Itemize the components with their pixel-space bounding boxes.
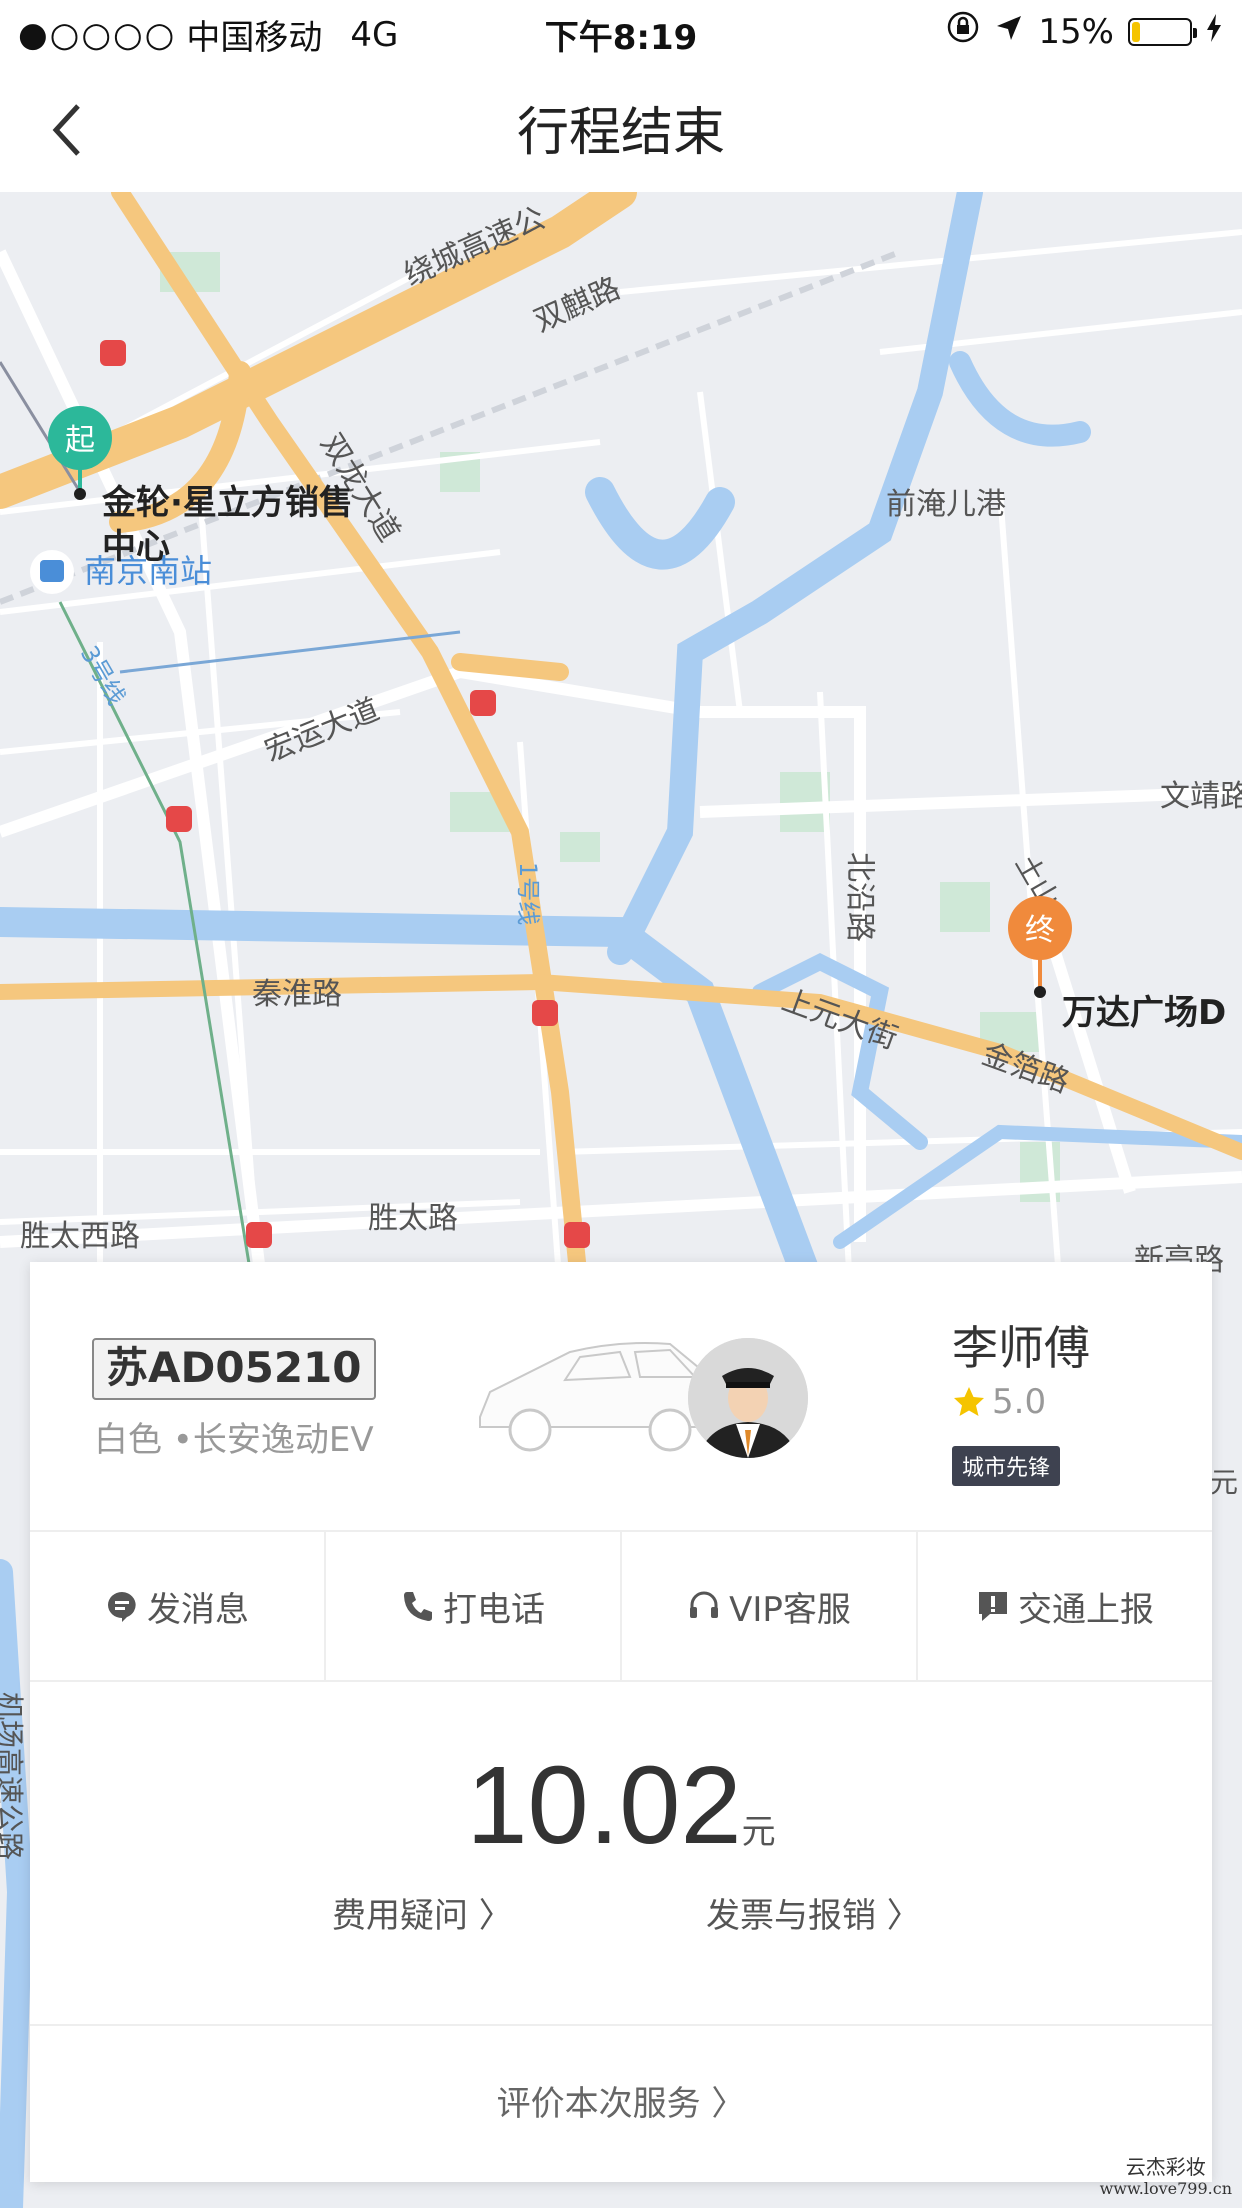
call-button[interactable]: 打电话 xyxy=(326,1532,622,1680)
start-marker-label: 起 xyxy=(65,423,95,458)
road-label: 胜太西路 xyxy=(20,1219,140,1254)
driver-rating: 5.0 xyxy=(952,1382,1046,1422)
road-label: 前淹儿港 xyxy=(886,487,1006,522)
start-location-name: 金轮·星立方销售 xyxy=(101,483,353,523)
fare-display: 10.02元 xyxy=(30,1742,1212,1869)
traffic-report-button[interactable]: 交通上报 xyxy=(918,1532,1212,1680)
watermark-title: 云杰彩妆 xyxy=(1125,2155,1206,2179)
road-label: 文靖路 xyxy=(1160,779,1242,814)
watermark: 云杰彩妆 www.love799.cn xyxy=(1100,2156,1232,2200)
car-description: 白色 •长安逸动EV xyxy=(94,1420,374,1460)
status-bar: ●○○○○ 中国移动 4G 下午8:19 15% xyxy=(0,0,1242,62)
call-label: 打电话 xyxy=(443,1589,545,1630)
charging-bolt-icon xyxy=(1206,12,1222,52)
driver-badge: 城市先锋 xyxy=(952,1446,1061,1486)
rotation-lock-icon xyxy=(946,10,980,53)
divider xyxy=(30,2024,1212,2026)
start-location-name: 中心 xyxy=(102,527,170,567)
divider xyxy=(30,1680,1212,1682)
road-label: 北沿路 xyxy=(842,852,877,942)
message-label: 发消息 xyxy=(147,1589,249,1630)
location-arrow-icon xyxy=(994,12,1024,52)
rating-value: 5.0 xyxy=(992,1382,1047,1422)
watermark-url: www.love799.cn xyxy=(1099,2179,1232,2198)
message-button[interactable]: 发消息 xyxy=(30,1532,326,1680)
traffic-report-label: 交通上报 xyxy=(1018,1589,1154,1630)
fare-question-link[interactable]: 费用疑问 〉 xyxy=(332,1888,513,1937)
driver-avatar[interactable] xyxy=(688,1338,808,1458)
fare-amount: 10.02 xyxy=(466,1744,742,1867)
road-label: 胜太路 xyxy=(368,1201,458,1236)
action-bar: 发消息 打电话 VIP客服 交通上报 xyxy=(30,1532,1212,1680)
end-marker-label: 终 xyxy=(1025,913,1055,948)
end-location-name: 万达广场D xyxy=(1062,993,1226,1033)
star-icon xyxy=(954,1387,984,1416)
page-title: 行程结束 xyxy=(516,103,725,163)
headset-icon xyxy=(690,1591,719,1618)
message-icon xyxy=(108,1592,136,1622)
vip-service-button[interactable]: VIP客服 xyxy=(622,1532,918,1680)
vip-service-label: VIP客服 xyxy=(729,1589,851,1630)
road-label: 秦淮路 xyxy=(252,977,342,1012)
driver-name: 李师傅 xyxy=(952,1321,1090,1375)
driver-avatar-icon xyxy=(688,1338,808,1458)
report-icon xyxy=(979,1592,1007,1621)
road-label: 机场高速公路 xyxy=(0,1692,26,1860)
phone-icon xyxy=(404,1592,432,1621)
trip-summary-card: 苏AD05210 白色 •长安逸动EV 李师傅 5.0 城市先锋 发消息 打电话… xyxy=(30,1262,1212,2182)
license-plate: 苏AD05210 xyxy=(92,1338,376,1400)
nav-bar: 行程结束 xyxy=(0,62,1242,192)
road-label: 元 xyxy=(1210,1466,1238,1499)
invoice-link[interactable]: 发票与报销 〉 xyxy=(706,1888,921,1937)
battery-percent: 15% xyxy=(1038,11,1114,52)
metro-line-label: 1号线 xyxy=(514,862,542,925)
battery-icon xyxy=(1128,17,1197,46)
rate-service-link[interactable]: 评价本次服务 〉 xyxy=(30,2076,1212,2125)
fare-unit: 元 xyxy=(741,1812,776,1852)
